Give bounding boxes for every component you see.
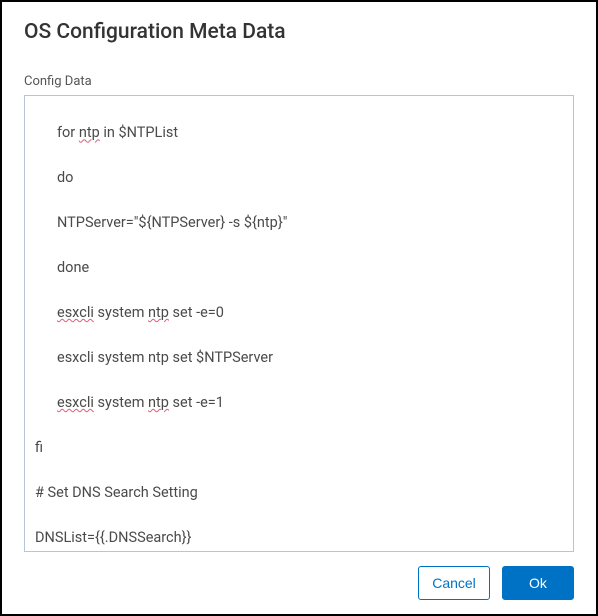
dialog-header: OS Configuration Meta Data (2, 2, 596, 52)
config-data-textarea[interactable]: for ntp in $NTPList do NTPServer="${NTPS… (24, 95, 574, 552)
dialog-title: OS Configuration Meta Data (24, 20, 574, 44)
cancel-button[interactable]: Cancel (418, 566, 490, 600)
ok-button[interactable]: Ok (502, 566, 574, 600)
dialog-footer: Cancel Ok (2, 552, 596, 614)
field-label: Config Data (2, 52, 596, 95)
config-code: for ntp in $NTPList do NTPServer="${NTPS… (35, 100, 573, 552)
